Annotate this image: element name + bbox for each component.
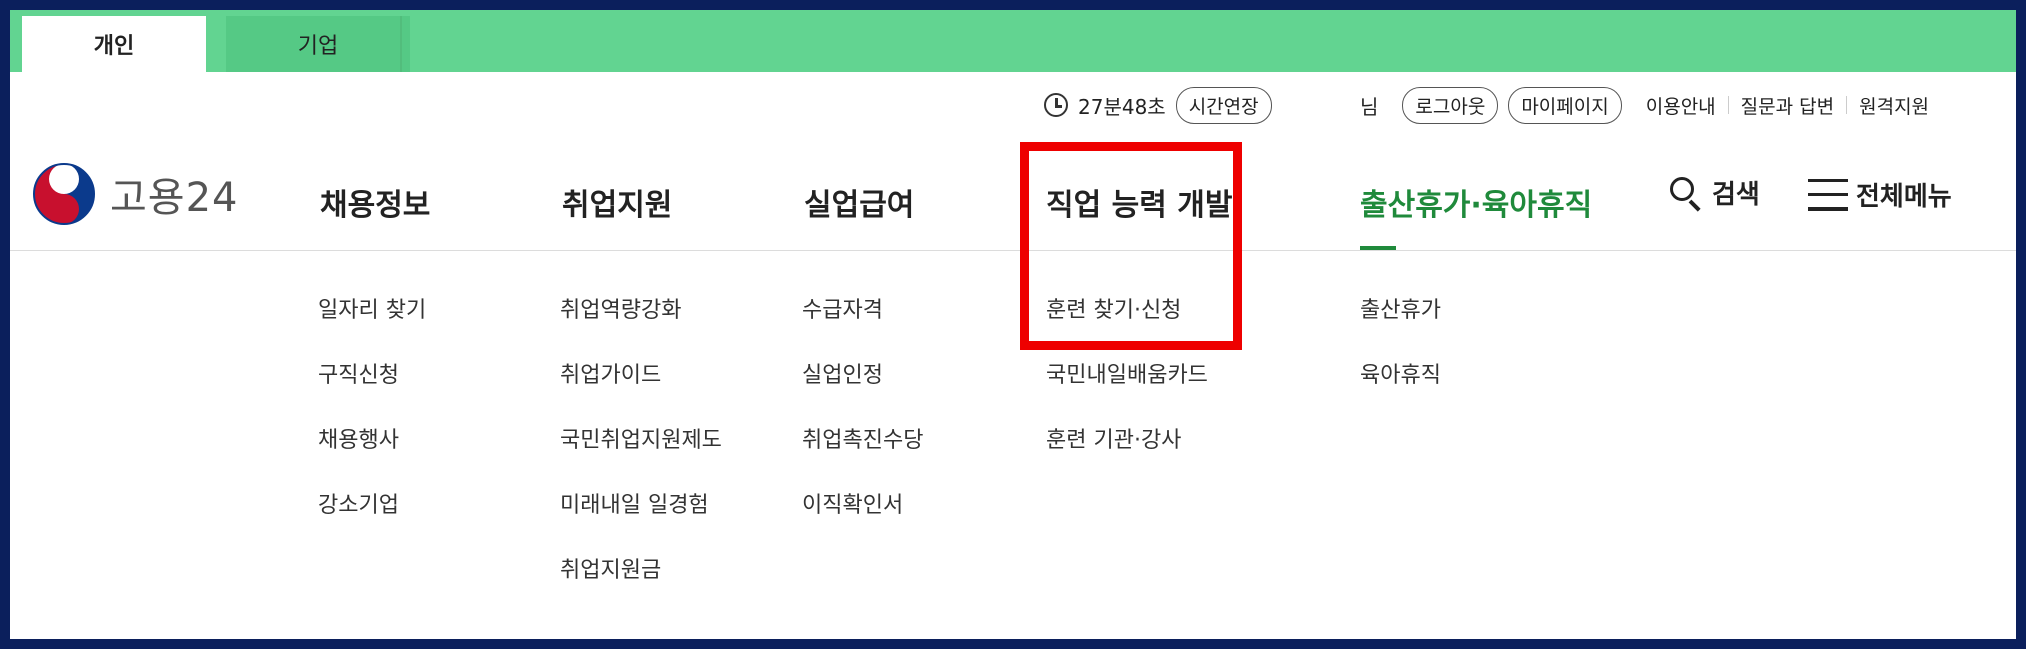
- submenu-item[interactable]: 훈련 기관·강사: [1046, 422, 1208, 487]
- submenu-item[interactable]: 일자리 찾기: [318, 292, 426, 357]
- submenu-item[interactable]: 이직확인서: [802, 487, 923, 552]
- link-guide[interactable]: 이용안내: [1634, 92, 1728, 119]
- tab-business[interactable]: 기업: [226, 16, 410, 72]
- nav-vocational-training[interactable]: 직업 능력 개발: [1046, 180, 1233, 224]
- submenu-item[interactable]: 국민취업지원제도: [560, 422, 722, 487]
- submenu-recruitment: 일자리 찾기 구직신청 채용행사 강소기업: [318, 292, 426, 552]
- nav-divider: [10, 250, 2016, 251]
- submenu-item[interactable]: 출산휴가: [1360, 292, 1441, 357]
- nav-parental-leave[interactable]: 출산휴가·육아휴직: [1360, 180, 1592, 224]
- submenu-item[interactable]: 미래내일 일경험: [560, 487, 722, 552]
- submenu-item[interactable]: 국민내일배움카드: [1046, 357, 1208, 422]
- submenu-item[interactable]: 취업지원금: [560, 552, 722, 617]
- logo-text: 고용24: [110, 175, 239, 221]
- hamburger-menu-icon: [1808, 178, 1848, 211]
- submenu-item[interactable]: 구직신청: [318, 357, 426, 422]
- submenu-item[interactable]: 강소기업: [318, 487, 426, 552]
- site-logo[interactable]: 고용24: [32, 162, 239, 226]
- all-menu-button[interactable]: 전체메뉴: [1808, 176, 1952, 213]
- submenu-parental-leave: 출산휴가 육아휴직: [1360, 292, 1441, 422]
- submenu-item[interactable]: 취업가이드: [560, 357, 722, 422]
- user-name-suffix: 님: [1360, 94, 1379, 119]
- clock-icon: [1044, 93, 1068, 117]
- logout-button[interactable]: 로그아웃: [1402, 86, 1499, 124]
- mypage-button[interactable]: 마이페이지: [1508, 86, 1622, 124]
- submenu-unemployment: 수급자격 실업인정 취업촉진수당 이직확인서: [802, 292, 923, 552]
- nav-unemployment-benefit[interactable]: 실업급여: [804, 180, 914, 224]
- search-button[interactable]: 검색: [1668, 174, 1760, 212]
- nav-recruitment-info[interactable]: 채용정보: [320, 180, 430, 224]
- submenu-item[interactable]: 수급자격: [802, 292, 923, 357]
- user-menu: 님 로그아웃 마이페이지 이용안내 질문과 답변 원격지원: [1360, 86, 1941, 124]
- submenu-item[interactable]: 취업역량강화: [560, 292, 722, 357]
- link-qna[interactable]: 질문과 답변: [1729, 92, 1846, 119]
- extend-session-button[interactable]: 시간연장: [1175, 86, 1272, 124]
- tab-divider: [400, 16, 402, 72]
- submenu-item[interactable]: 채용행사: [318, 422, 426, 487]
- link-remote-support[interactable]: 원격지원: [1847, 92, 1941, 119]
- submenu-item[interactable]: 취업촉진수당: [802, 422, 923, 487]
- page-frame: 개인 기업 27분48초 시간연장 님 로그아웃 마이페이지 이용안내 질문과 …: [10, 10, 2016, 639]
- tab-personal[interactable]: 개인: [22, 16, 206, 72]
- submenu-item[interactable]: 훈련 찾기·신청: [1046, 292, 1208, 357]
- search-icon: [1668, 175, 1704, 212]
- submenu-vocational-training: 훈련 찾기·신청 국민내일배움카드 훈련 기관·강사: [1046, 292, 1208, 487]
- submenu-item[interactable]: 실업인정: [802, 357, 923, 422]
- timer-text: 27분48초: [1078, 94, 1166, 119]
- top-tab-bar: 개인 기업: [10, 10, 2016, 72]
- taegeuk-logo-icon: [33, 163, 95, 225]
- submenu-item[interactable]: 육아휴직: [1360, 357, 1441, 422]
- search-label: 검색: [1712, 180, 1760, 210]
- submenu-employment-support: 취업역량강화 취업가이드 국민취업지원제도 미래내일 일경험 취업지원금: [560, 292, 722, 617]
- nav-employment-support[interactable]: 취업지원: [562, 180, 672, 224]
- session-timer: 27분48초 시간연장: [1044, 86, 1272, 124]
- all-menu-label: 전체메뉴: [1856, 182, 1952, 212]
